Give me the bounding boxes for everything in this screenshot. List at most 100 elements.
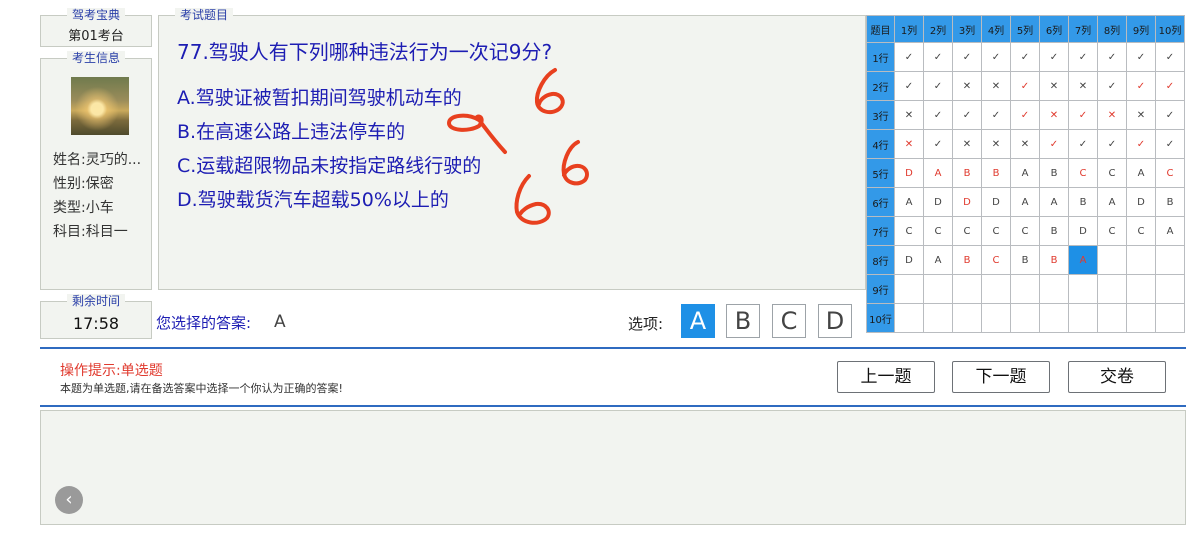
grid-answer-cell[interactable]: A: [1097, 187, 1127, 217]
grid-answer-cell[interactable]: [1126, 274, 1156, 304]
grid-answer-cell[interactable]: B: [952, 245, 982, 275]
grid-answer-cell[interactable]: B: [1039, 216, 1069, 246]
grid-answer-cell[interactable]: A: [1126, 158, 1156, 188]
grid-answer-cell[interactable]: [981, 274, 1011, 304]
grid-answer-cell[interactable]: B: [1155, 187, 1185, 217]
grid-answer-cell[interactable]: C: [894, 216, 924, 246]
grid-answer-cell[interactable]: ✕: [1039, 100, 1069, 130]
grid-answer-cell[interactable]: C: [981, 216, 1011, 246]
grid-answer-cell[interactable]: C: [1097, 158, 1127, 188]
grid-answer-cell[interactable]: ✓: [1126, 42, 1156, 72]
grid-answer-cell[interactable]: ✕: [1097, 100, 1127, 130]
grid-answer-cell[interactable]: ✕: [894, 129, 924, 159]
grid-answer-cell[interactable]: [981, 303, 1011, 333]
grid-answer-cell[interactable]: [952, 303, 982, 333]
grid-answer-cell[interactable]: ✓: [1097, 129, 1127, 159]
grid-answer-cell[interactable]: ✕: [1126, 100, 1156, 130]
grid-answer-cell[interactable]: ✕: [1039, 71, 1069, 101]
grid-answer-cell[interactable]: ✓: [1155, 71, 1185, 101]
grid-answer-cell[interactable]: ✓: [1039, 42, 1069, 72]
grid-answer-cell[interactable]: ✓: [981, 42, 1011, 72]
grid-answer-cell[interactable]: ✓: [1155, 129, 1185, 159]
grid-answer-cell[interactable]: ✕: [952, 71, 982, 101]
grid-answer-cell[interactable]: [952, 274, 982, 304]
grid-answer-cell[interactable]: A: [1155, 216, 1185, 246]
grid-answer-cell[interactable]: ✕: [952, 129, 982, 159]
option-c-button[interactable]: C: [772, 304, 806, 338]
grid-answer-cell[interactable]: ✓: [923, 42, 953, 72]
grid-answer-cell[interactable]: D: [1068, 216, 1098, 246]
grid-answer-cell[interactable]: [1068, 274, 1098, 304]
grid-answer-cell[interactable]: ✓: [1155, 100, 1185, 130]
grid-answer-cell[interactable]: [1039, 274, 1069, 304]
grid-answer-cell[interactable]: C: [1155, 158, 1185, 188]
grid-answer-cell[interactable]: C: [1068, 158, 1098, 188]
grid-answer-cell[interactable]: ✓: [1010, 100, 1040, 130]
submit-exam-button[interactable]: 交卷: [1068, 361, 1166, 393]
grid-answer-cell[interactable]: ✓: [1097, 42, 1127, 72]
grid-answer-cell[interactable]: A: [923, 245, 953, 275]
grid-answer-cell[interactable]: C: [1010, 216, 1040, 246]
grid-answer-cell[interactable]: ✓: [1039, 129, 1069, 159]
grid-answer-cell[interactable]: ✕: [1068, 71, 1098, 101]
grid-answer-cell[interactable]: [1010, 303, 1040, 333]
grid-answer-cell[interactable]: [894, 274, 924, 304]
grid-answer-cell[interactable]: ✓: [1068, 100, 1098, 130]
grid-answer-cell[interactable]: ✕: [981, 71, 1011, 101]
grid-answer-cell[interactable]: ✓: [1155, 42, 1185, 72]
grid-answer-cell[interactable]: B: [952, 158, 982, 188]
grid-answer-cell[interactable]: ✕: [894, 100, 924, 130]
back-arrow-icon[interactable]: ‹: [55, 486, 83, 514]
option-b-button[interactable]: B: [726, 304, 760, 338]
grid-answer-cell[interactable]: [923, 274, 953, 304]
grid-answer-cell[interactable]: C: [952, 216, 982, 246]
grid-answer-cell[interactable]: D: [923, 187, 953, 217]
grid-answer-cell[interactable]: ✕: [981, 129, 1011, 159]
option-a-button[interactable]: A: [681, 304, 715, 338]
grid-answer-cell[interactable]: ✓: [1097, 71, 1127, 101]
grid-answer-cell[interactable]: [1126, 303, 1156, 333]
grid-answer-cell[interactable]: [1097, 245, 1127, 275]
grid-answer-cell[interactable]: [1039, 303, 1069, 333]
grid-answer-cell[interactable]: [1097, 274, 1127, 304]
grid-answer-cell[interactable]: ✓: [952, 100, 982, 130]
grid-answer-cell[interactable]: B: [1010, 245, 1040, 275]
grid-answer-cell[interactable]: C: [1097, 216, 1127, 246]
grid-answer-cell[interactable]: D: [981, 187, 1011, 217]
grid-answer-cell[interactable]: ✓: [952, 42, 982, 72]
grid-answer-cell[interactable]: ✓: [1068, 42, 1098, 72]
grid-answer-cell[interactable]: ✓: [1126, 129, 1156, 159]
grid-answer-cell[interactable]: C: [981, 245, 1011, 275]
grid-answer-cell[interactable]: ✓: [923, 100, 953, 130]
grid-answer-cell[interactable]: [1097, 303, 1127, 333]
grid-answer-cell[interactable]: ✓: [981, 100, 1011, 130]
grid-answer-cell[interactable]: A: [1039, 187, 1069, 217]
grid-answer-cell[interactable]: ✓: [923, 129, 953, 159]
grid-answer-cell[interactable]: [1155, 245, 1185, 275]
grid-answer-cell[interactable]: A: [1068, 245, 1098, 275]
grid-answer-cell[interactable]: A: [1010, 158, 1040, 188]
grid-answer-cell[interactable]: B: [1039, 158, 1069, 188]
grid-answer-cell[interactable]: B: [1068, 187, 1098, 217]
grid-answer-cell[interactable]: ✓: [894, 71, 924, 101]
grid-answer-cell[interactable]: [1155, 274, 1185, 304]
next-question-button[interactable]: 下一题: [952, 361, 1050, 393]
grid-answer-cell[interactable]: [1155, 303, 1185, 333]
grid-answer-cell[interactable]: B: [1039, 245, 1069, 275]
grid-answer-cell[interactable]: [923, 303, 953, 333]
option-d-button[interactable]: D: [818, 304, 852, 338]
grid-answer-cell[interactable]: ✓: [1010, 71, 1040, 101]
grid-answer-cell[interactable]: D: [952, 187, 982, 217]
grid-answer-cell[interactable]: A: [923, 158, 953, 188]
grid-answer-cell[interactable]: A: [1010, 187, 1040, 217]
grid-answer-cell[interactable]: ✕: [1010, 129, 1040, 159]
grid-answer-cell[interactable]: [1068, 303, 1098, 333]
grid-answer-cell[interactable]: [1126, 245, 1156, 275]
grid-answer-cell[interactable]: A: [894, 187, 924, 217]
grid-answer-cell[interactable]: [1010, 274, 1040, 304]
previous-question-button[interactable]: 上一题: [837, 361, 935, 393]
grid-answer-cell[interactable]: ✓: [1126, 71, 1156, 101]
grid-answer-cell[interactable]: C: [1126, 216, 1156, 246]
grid-answer-cell[interactable]: C: [923, 216, 953, 246]
grid-answer-cell[interactable]: ✓: [1068, 129, 1098, 159]
